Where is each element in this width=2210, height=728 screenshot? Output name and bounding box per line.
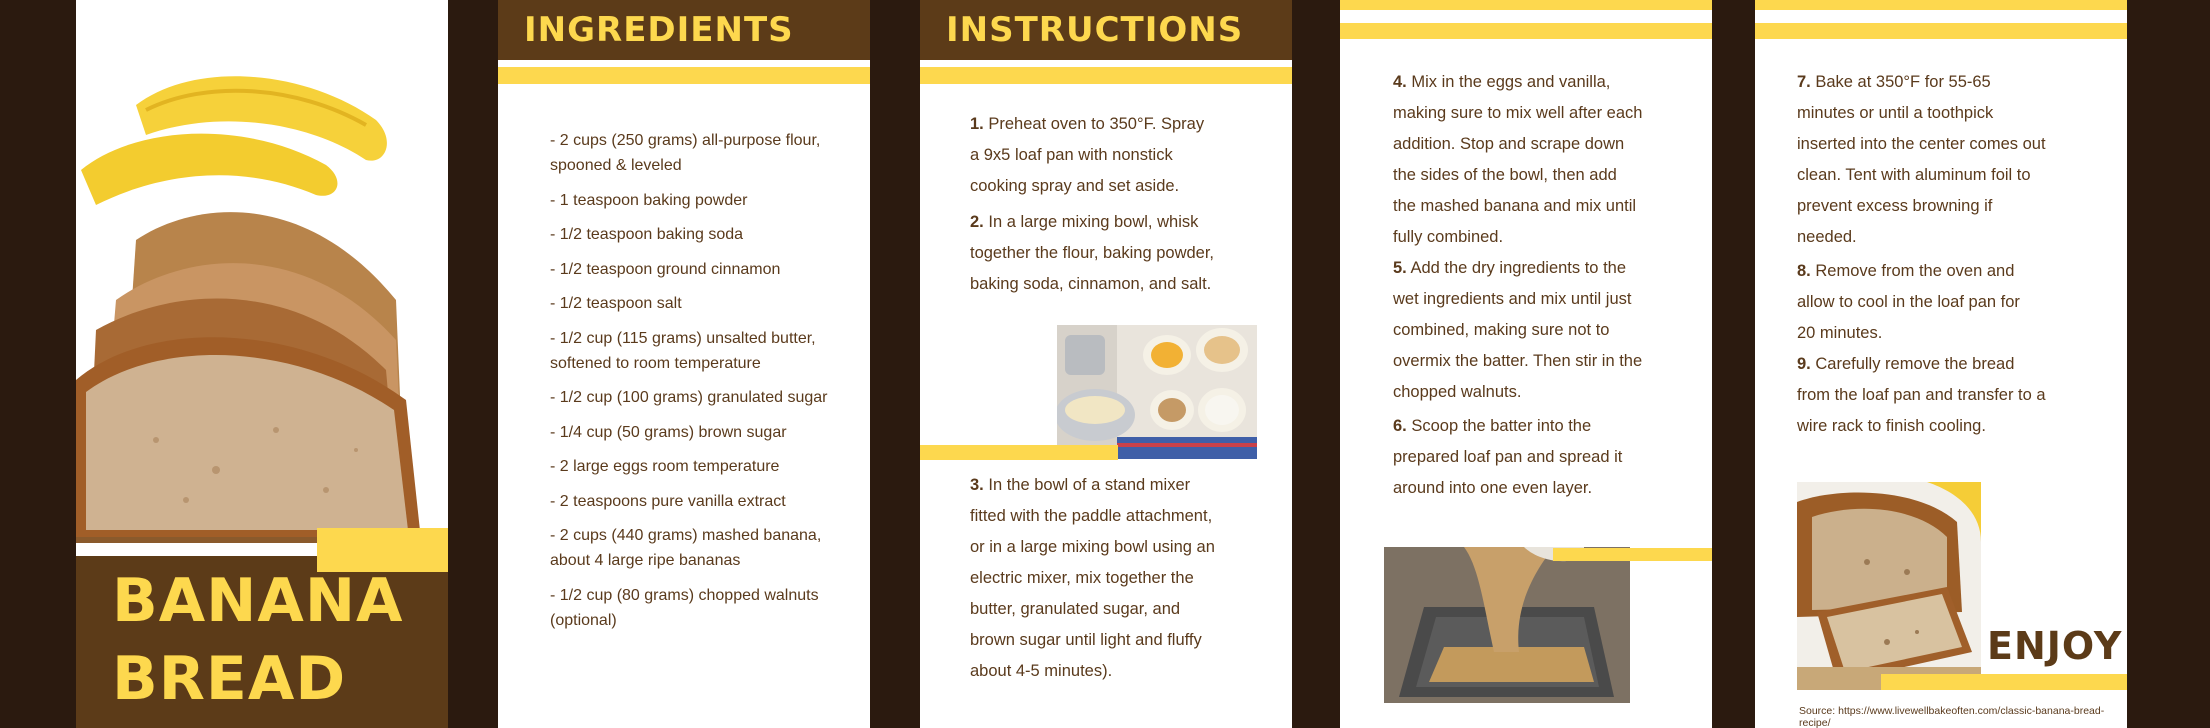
cover-title-line1: BANANA — [112, 566, 404, 636]
step-8: 8. Remove from the oven and allow to coo… — [1797, 256, 2037, 349]
yellow-stripe — [1340, 23, 1712, 39]
yellow-stripe — [1755, 23, 2127, 39]
list-item: - 1/4 cup (50 grams) brown sugar — [550, 423, 787, 441]
step-4: 4. Mix in the eggs and vanilla, making s… — [1393, 67, 1643, 253]
step-2: 2. In a large mixing bowl, whisk togethe… — [970, 207, 1215, 300]
list-item: - 1/2 cup (115 grams) unsalted butter, s… — [550, 329, 816, 372]
step-text: In a large mixing bowl, whisk together t… — [970, 213, 1215, 293]
step-6: 6. Scoop the batter into the prepared lo… — [1393, 411, 1643, 504]
list-item: - 2 large eggs room temperature — [550, 458, 780, 475]
yellow-accent — [920, 445, 1118, 460]
step-text: Bake at 350°F for 55-65 minutes or until… — [1797, 73, 2046, 246]
step-text: Carefully remove the bread from the loaf… — [1797, 355, 2046, 435]
batter-pouring-photo — [1384, 547, 1630, 703]
list-item: - 1 teaspoon baking powder — [550, 191, 748, 209]
instructions-panel-2: 4. Mix in the eggs and vanilla, making s… — [1340, 0, 1712, 728]
list-item: - 1/2 cup (80 grams) chopped walnuts (op… — [550, 586, 819, 629]
step-5: 5. Add the dry ingredients to the wet in… — [1393, 253, 1643, 408]
list-item: - 1/2 teaspoon ground cinnamon — [550, 260, 781, 278]
ingredients-panel: INGREDIENTS - 2 cups (250 grams) all-pur… — [498, 0, 870, 728]
list-item: - 2 cups (250 grams) all-purpose flour, … — [550, 132, 821, 174]
yellow-accent — [1553, 548, 1712, 561]
yellow-stripe — [920, 67, 1292, 84]
step-text: In the bowl of a stand mixer fitted with… — [970, 476, 1215, 680]
yellow-accent — [1881, 674, 2127, 690]
cover-title: BANANA BREAD — [112, 562, 403, 718]
step-number: 4. — [1393, 73, 1407, 91]
ingredients-list: - 2 cups (250 grams) all-purpose flour, … — [550, 128, 840, 642]
step-9: 9. Carefully remove the bread from the l… — [1797, 349, 2047, 442]
step-text: Mix in the eggs and vanilla, making sure… — [1393, 73, 1643, 246]
enjoy-text: ENJOY! — [1987, 624, 2127, 668]
ingredients-heading: INGREDIENTS — [524, 10, 794, 50]
yellow-stripe — [1755, 0, 2127, 10]
step-text: Remove from the oven and allow to cool i… — [1797, 262, 2020, 342]
step-number: 3. — [970, 476, 984, 494]
list-item: - 2 teaspoons pure vanilla extract — [550, 492, 786, 510]
step-3: 3. In the bowl of a stand mixer fitted w… — [970, 470, 1220, 687]
cover-panel: BANANA BREAD — [76, 0, 448, 728]
step-number: 8. — [1797, 262, 1811, 280]
step-7: 7. Bake at 350°F for 55-65 minutes or un… — [1797, 67, 2047, 253]
cover-title-line2: BREAD — [112, 644, 347, 714]
list-item: - 1/2 teaspoon salt — [550, 295, 682, 312]
yellow-stripe — [1340, 0, 1712, 10]
step-text: Scoop the batter into the prepared loaf … — [1393, 417, 1623, 497]
step-text: Add the dry ingredients to the wet ingre… — [1393, 259, 1643, 401]
list-item: - 2 cups (440 grams) mashed banana, abou… — [550, 527, 822, 569]
step-text: Preheat oven to 350°F. Spray a 9x5 loaf … — [970, 115, 1205, 195]
instructions-heading: INSTRUCTIONS — [946, 10, 1244, 50]
step-number: 9. — [1797, 355, 1811, 373]
step-number: 7. — [1797, 73, 1811, 91]
list-item: - 1/2 cup (100 grams) granulated sugar — [550, 389, 828, 406]
list-item: - 1/2 teaspoon baking soda — [550, 226, 744, 243]
banana-bread-photo — [76, 0, 448, 556]
step-1: 1. Preheat oven to 350°F. Spray a 9x5 lo… — [970, 109, 1210, 202]
step-number: 2. — [970, 213, 984, 231]
source-citation: Source: https://www.livewellbakeoften.co… — [1799, 705, 2105, 728]
step-number: 5. — [1393, 259, 1407, 277]
instructions-panel-1: INSTRUCTIONS 1. Preheat oven to 350°F. S… — [920, 0, 1292, 728]
instructions-panel-3: 7. Bake at 350°F for 55-65 minutes or un… — [1755, 0, 2127, 728]
yellow-stripe — [498, 67, 870, 84]
mixing-ingredients-photo — [1057, 325, 1257, 459]
sliced-bread-photo — [1797, 482, 1981, 690]
step-number: 6. — [1393, 417, 1407, 435]
step-number: 1. — [970, 115, 984, 133]
